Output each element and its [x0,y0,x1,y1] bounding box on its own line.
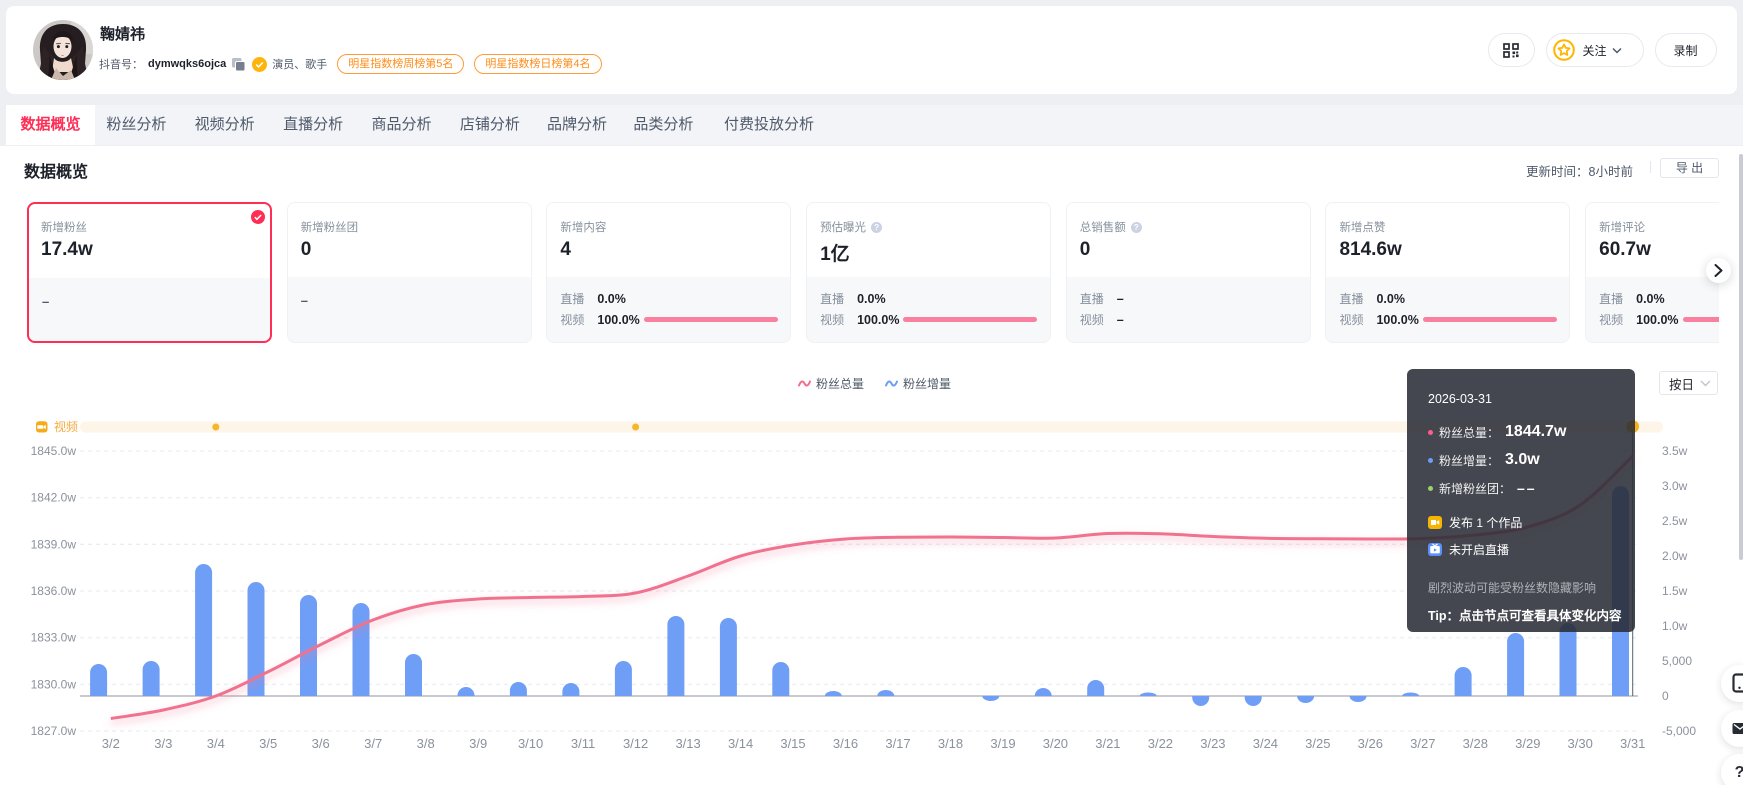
svg-text:3/11: 3/11 [571,736,595,751]
svg-text:3/7: 3/7 [364,736,382,751]
svg-text:视频: 视频 [54,419,78,434]
svg-text:2.5w: 2.5w [1662,514,1688,528]
svg-text:3/21: 3/21 [1095,736,1120,751]
svg-text:3/22: 3/22 [1148,736,1173,751]
svg-text:3/15: 3/15 [780,736,805,751]
svg-text:0: 0 [1662,689,1669,703]
svg-text:1.5w: 1.5w [1662,584,1688,598]
svg-text:3/19: 3/19 [990,736,1015,751]
svg-text:1836.0w: 1836.0w [31,584,77,598]
svg-text:3/23: 3/23 [1200,736,1225,751]
svg-text:3.5w: 3.5w [1662,444,1688,458]
svg-text:3/3: 3/3 [154,736,172,751]
svg-text:1833.0w: 1833.0w [31,631,77,645]
svg-text:3/24: 3/24 [1253,736,1278,751]
svg-text:3/29: 3/29 [1515,736,1540,751]
svg-text:3/8: 3/8 [417,736,435,751]
svg-text:1842.0w: 1842.0w [31,491,77,505]
svg-text:3/17: 3/17 [885,736,910,751]
svg-text:3/25: 3/25 [1305,736,1330,751]
svg-text:3/10: 3/10 [518,736,543,751]
svg-text:3.0w: 3.0w [1662,479,1688,493]
svg-text:3/31: 3/31 [1620,736,1645,751]
svg-text:3/27: 3/27 [1410,736,1435,751]
svg-text:3/4: 3/4 [207,736,225,751]
svg-text:3/12: 3/12 [623,736,648,751]
svg-text:1839.0w: 1839.0w [31,537,77,551]
svg-text:3/18: 3/18 [938,736,963,751]
svg-text:3/26: 3/26 [1358,736,1383,751]
svg-text:3/16: 3/16 [833,736,858,751]
svg-text:3/13: 3/13 [675,736,700,751]
svg-text:3/20: 3/20 [1043,736,1068,751]
svg-text:5,000: 5,000 [1662,654,1692,668]
svg-text:2.0w: 2.0w [1662,549,1688,563]
svg-text:3/6: 3/6 [312,736,330,751]
svg-text:3/9: 3/9 [469,736,487,751]
svg-text:3/14: 3/14 [728,736,753,751]
svg-text:1830.0w: 1830.0w [31,677,77,691]
svg-text:1.0w: 1.0w [1662,619,1688,633]
svg-text:-5,000: -5,000 [1662,724,1696,738]
svg-text:3/2: 3/2 [102,736,120,751]
svg-text:1845.0w: 1845.0w [31,444,77,458]
svg-text:3/28: 3/28 [1463,736,1488,751]
svg-text:1827.0w: 1827.0w [31,724,77,738]
svg-text:3/5: 3/5 [259,736,277,751]
svg-text:3/30: 3/30 [1568,736,1593,751]
